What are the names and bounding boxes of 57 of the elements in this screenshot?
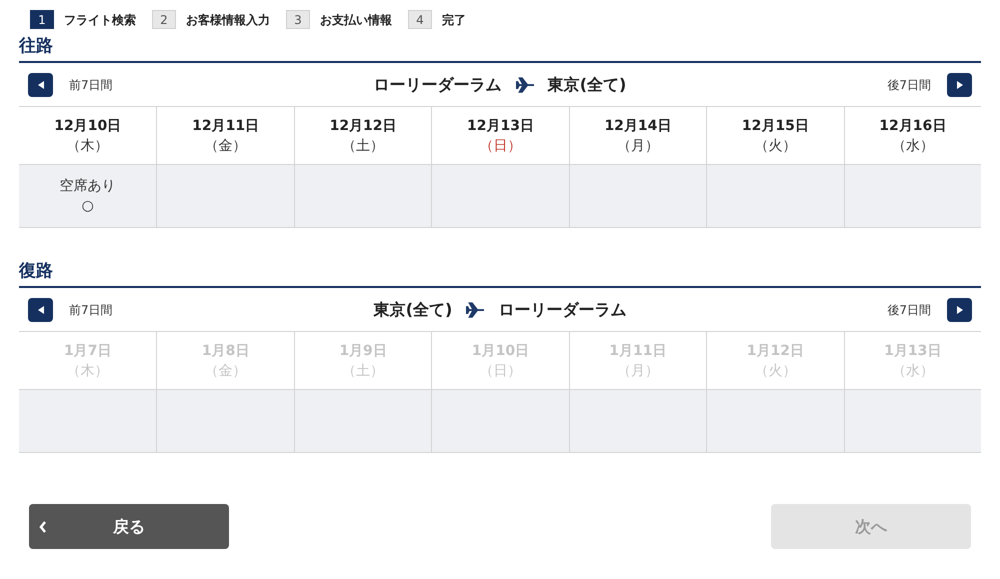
next-week-button[interactable]	[947, 72, 972, 96]
weekday-label: （木）	[66, 362, 109, 380]
step-number: 4	[408, 10, 432, 29]
right-triangle-icon	[956, 80, 962, 88]
step-number: 3	[286, 10, 310, 29]
weekday-label: （土）	[342, 362, 384, 380]
weekday-label: （水）	[892, 136, 934, 156]
origin-city: 東京(全て)	[374, 298, 452, 320]
weekday-label: （日）	[479, 136, 522, 156]
next-week-button[interactable]	[947, 298, 972, 322]
step-label: お客様情報入力	[186, 12, 270, 28]
next-week-label[interactable]: 後7日間	[887, 76, 931, 94]
weekday-label: （土）	[342, 136, 384, 156]
section-title: 往路	[19, 35, 54, 58]
weekday-label: （月）	[616, 362, 659, 380]
date-label: 12月13日	[467, 116, 534, 136]
date-label: 12月10日	[54, 116, 122, 136]
date-label: 1月11日	[609, 342, 667, 360]
section-title: 復路	[19, 260, 54, 283]
date-label: 12月16日	[879, 116, 946, 136]
right-triangle-icon	[956, 306, 962, 314]
chevron-left-icon	[39, 520, 47, 532]
weekday-label: （火）	[754, 136, 796, 156]
step-label: フライト検索	[64, 12, 136, 28]
previous-week-button[interactable]	[28, 298, 53, 322]
destination-city: 東京(全て)	[548, 74, 626, 96]
back-button[interactable]: 戻る	[29, 504, 229, 549]
destination-city: ローリーダーラム	[498, 298, 626, 320]
weekday-label: （火）	[754, 362, 796, 380]
airplane-icon	[466, 302, 484, 318]
left-triangle-icon	[38, 80, 44, 88]
left-triangle-icon	[38, 306, 44, 314]
date-label: 12月15日	[742, 116, 809, 136]
weekday-label: （金）	[204, 136, 247, 156]
weekday-label: （水）	[892, 362, 934, 380]
date-label: 1月8日	[202, 342, 250, 360]
date-label: 1月9日	[339, 342, 387, 360]
date-label: 12月12日	[330, 116, 397, 136]
availability-cell[interactable]: 空席あり ○	[19, 165, 156, 227]
date-label: 1月7日	[64, 342, 112, 360]
date-label: 12月14日	[604, 116, 672, 136]
weekday-label: （日）	[479, 362, 522, 380]
step-number: 2	[152, 10, 176, 29]
date-label: 1月12日	[746, 342, 804, 360]
weekday-label: （木）	[66, 136, 109, 156]
step-label: 完了	[442, 12, 466, 28]
airplane-icon	[516, 76, 534, 92]
date-label: 1月13日	[884, 342, 942, 360]
weekday-label: （月）	[616, 136, 659, 156]
step-label: お支払い情報	[320, 12, 392, 28]
previous-week-label[interactable]: 前7日間	[69, 76, 113, 94]
date-label: 1月10日	[472, 342, 530, 360]
step-number: 1	[30, 10, 54, 29]
weekday-label: （金）	[204, 362, 247, 380]
previous-week-button[interactable]	[28, 72, 53, 96]
origin-city: ローリーダーラム	[374, 74, 502, 96]
date-label: 12月11日	[192, 116, 260, 136]
